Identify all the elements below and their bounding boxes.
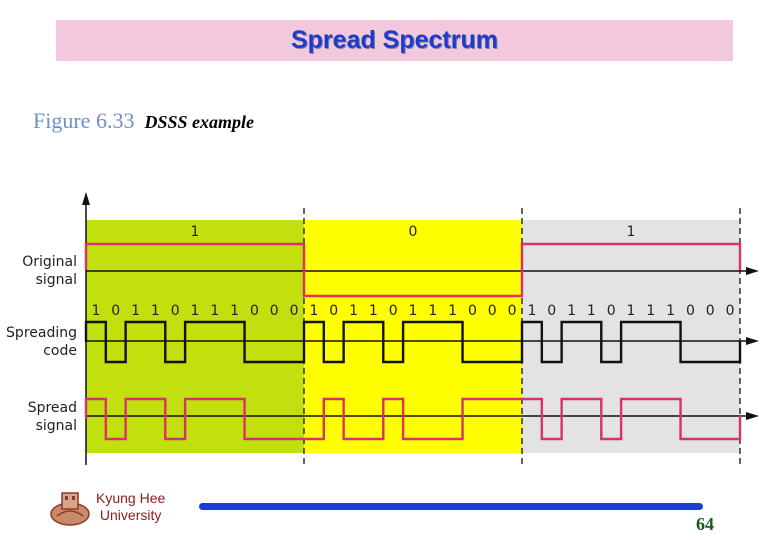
university-line-1: Kyung Hee xyxy=(96,490,166,506)
page-number: 64 xyxy=(696,514,714,534)
bit-region-0 xyxy=(86,220,304,453)
chip-label: 1 xyxy=(587,303,596,319)
label-spreading-1: Spreading xyxy=(6,325,77,341)
label-spread-2: signal xyxy=(36,418,77,434)
data-bit-label: 1 xyxy=(191,224,200,240)
row-labels: Original signal Spreading code Spread si… xyxy=(6,254,77,434)
data-bit-label: 0 xyxy=(409,224,418,240)
chip-label: 1 xyxy=(428,303,437,319)
chip-label: 0 xyxy=(250,303,259,319)
baseline-arrow-spread-icon xyxy=(746,412,759,420)
vertical-axis-arrow-icon xyxy=(82,192,90,205)
university-name: Kyung Hee University xyxy=(96,490,165,524)
chip-label: 0 xyxy=(607,303,616,319)
chip-label: 1 xyxy=(309,303,318,319)
baseline-arrow-original-icon xyxy=(746,267,759,275)
bit-region-1 xyxy=(304,220,522,453)
chip-label: 1 xyxy=(210,303,219,319)
chip-label: 0 xyxy=(111,303,120,319)
chip-label: 1 xyxy=(369,303,378,319)
university-seal-icon xyxy=(50,492,90,526)
label-original-1: Original xyxy=(22,254,77,270)
chip-label: 0 xyxy=(290,303,299,319)
label-spread-1: Spread xyxy=(28,400,77,416)
data-bit-label: 1 xyxy=(627,224,636,240)
chip-label: 0 xyxy=(468,303,477,319)
chip-label: 1 xyxy=(666,303,675,319)
chip-label: 0 xyxy=(726,303,735,319)
chip-label: 1 xyxy=(349,303,358,319)
baseline-arrow-spreading-icon xyxy=(746,337,759,345)
chip-label: 0 xyxy=(508,303,517,319)
footer-divider xyxy=(199,503,703,510)
chip-label: 1 xyxy=(448,303,457,319)
chip-label: 1 xyxy=(527,303,536,319)
chip-label: 1 xyxy=(409,303,418,319)
label-spreading-2: code xyxy=(43,343,77,359)
chip-label: 1 xyxy=(131,303,140,319)
chip-label: 0 xyxy=(171,303,180,319)
chip-label: 0 xyxy=(270,303,279,319)
university-line-2: University xyxy=(99,507,162,523)
chip-label: 1 xyxy=(567,303,576,319)
chip-label: 0 xyxy=(488,303,497,319)
chip-label: 0 xyxy=(686,303,695,319)
chip-label: 1 xyxy=(91,303,100,319)
chip-label: 1 xyxy=(230,303,239,319)
chip-label: 0 xyxy=(547,303,556,319)
chip-label: 1 xyxy=(191,303,200,319)
dsss-diagram: 101 101101110001011011100010110111000 Or… xyxy=(6,192,759,468)
chip-label: 1 xyxy=(646,303,655,319)
chip-label: 0 xyxy=(389,303,398,319)
label-original-2: signal xyxy=(36,272,77,288)
chip-label: 1 xyxy=(151,303,160,319)
bit-region-2 xyxy=(522,220,740,453)
chip-label: 1 xyxy=(627,303,636,319)
chip-label: 0 xyxy=(706,303,715,319)
chip-label: 0 xyxy=(329,303,338,319)
